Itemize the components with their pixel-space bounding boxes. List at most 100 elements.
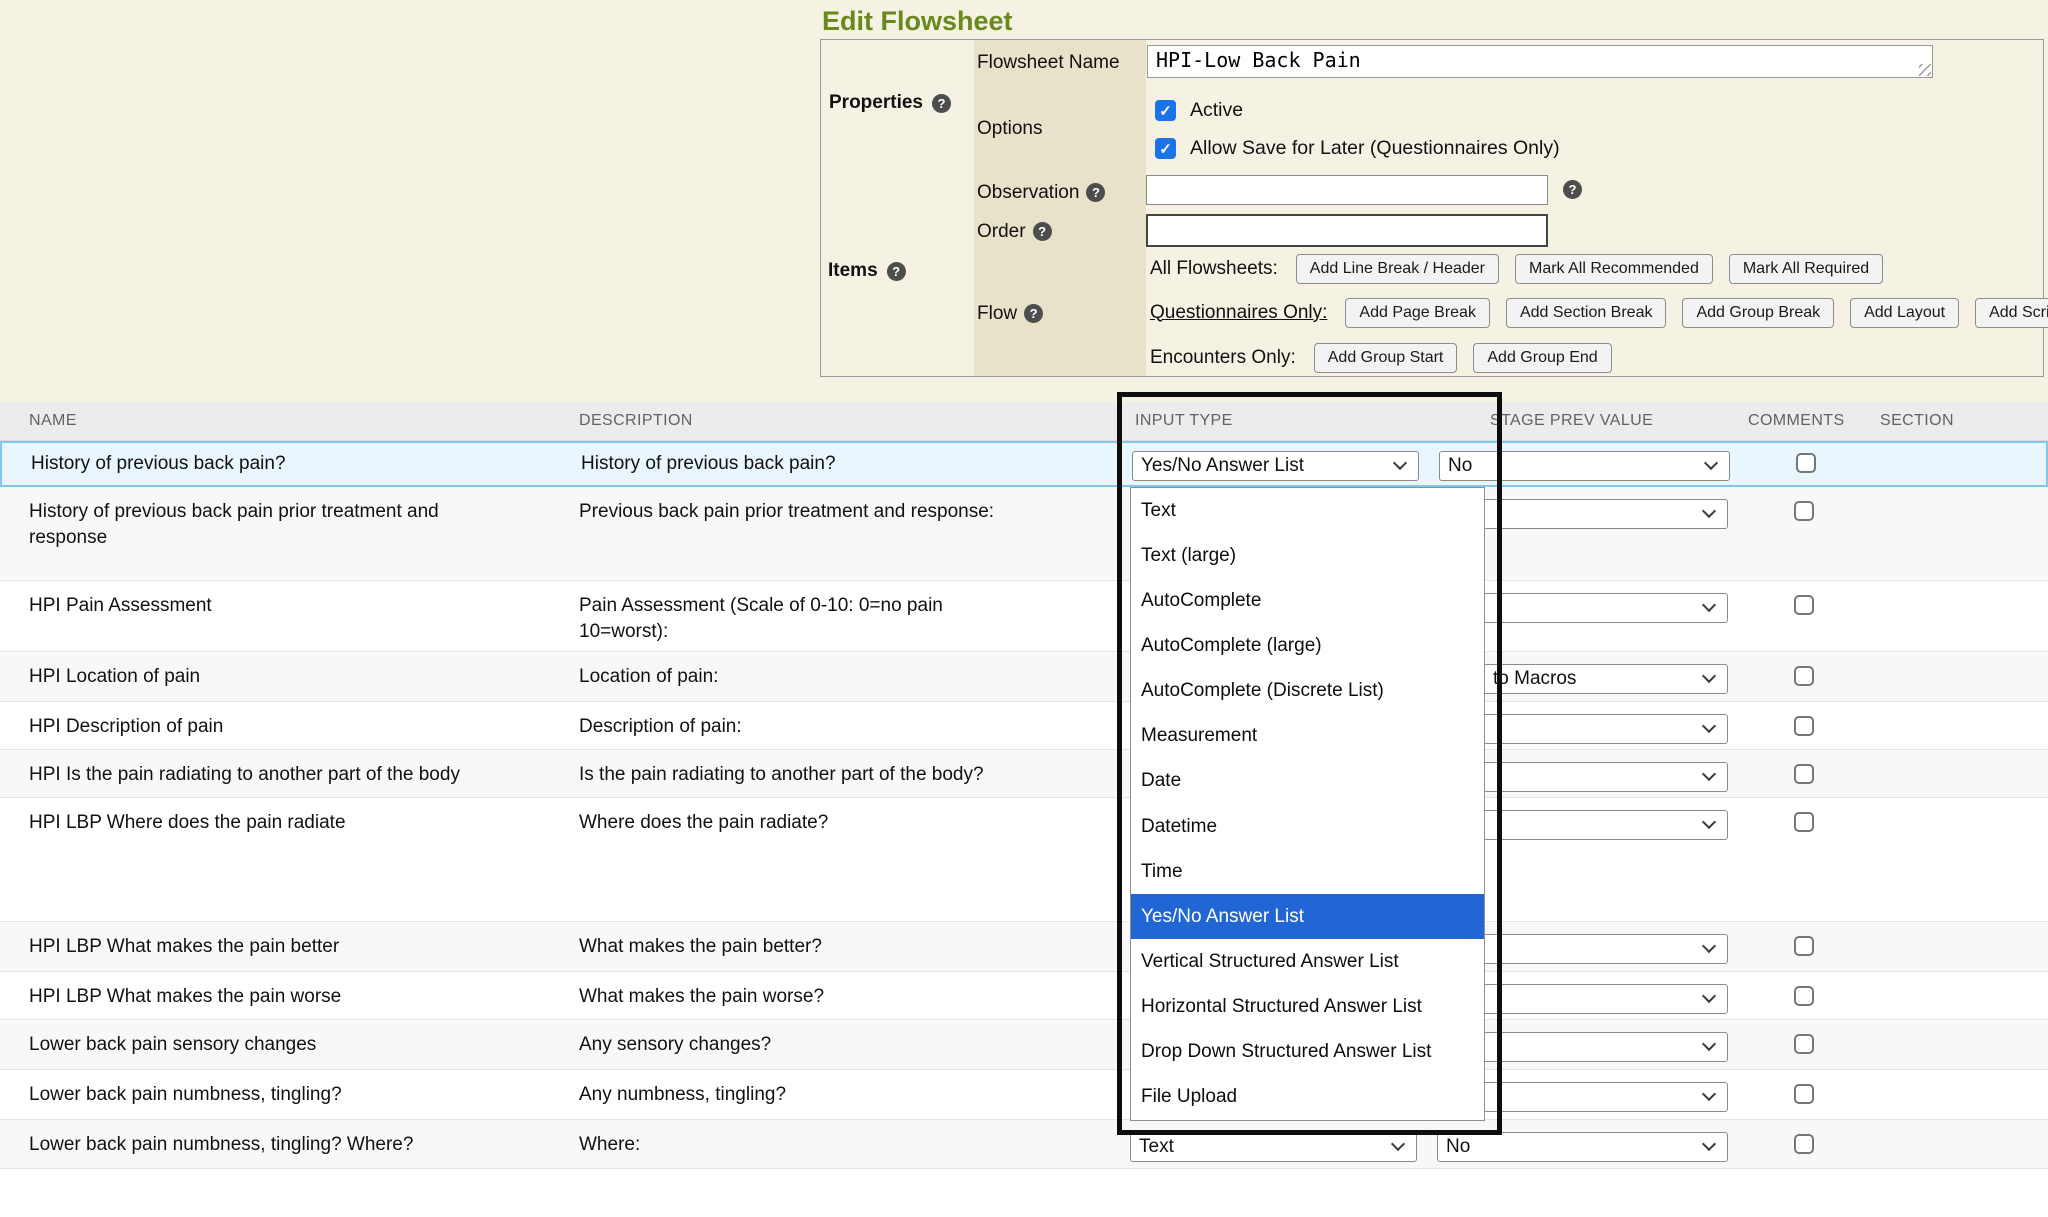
dropdown-option[interactable]: Yes/No Answer List (1131, 894, 1484, 939)
row-description: Pain Assessment (Scale of 0-10: 0=no pai… (579, 593, 1130, 645)
flow-action-button[interactable]: Mark All Required (1729, 254, 1883, 284)
allow-save-for-later-checkbox[interactable] (1155, 138, 1176, 159)
row-name: History of previous back pain prior trea… (0, 499, 579, 551)
help-icon[interactable]: ? (932, 94, 951, 113)
edit-flowsheet-screen: Edit Flowsheet Properties ? Items ? Flow… (0, 0, 2048, 1217)
dropdown-option[interactable]: Text (large) (1131, 533, 1484, 578)
comments-checkbox[interactable] (1794, 1084, 1814, 1104)
table-row[interactable]: Lower back pain numbness, tingling? Wher… (0, 1120, 2048, 1169)
flow-action-button[interactable]: Add Layout (1850, 298, 1959, 328)
stage-prev-value-select[interactable]: No (1439, 451, 1730, 481)
row-name: HPI Is the pain radiating to another par… (0, 762, 579, 788)
chevron-down-icon (1704, 456, 1718, 470)
chevron-down-icon (1702, 767, 1716, 781)
table-row[interactable]: HPI LBP What makes the pain better What … (0, 922, 2048, 972)
flow-action-button[interactable]: Add Scriptlet (1975, 298, 2048, 328)
order-input[interactable] (1146, 214, 1548, 247)
dropdown-option[interactable]: AutoComplete (large) (1131, 623, 1484, 668)
comments-checkbox[interactable] (1794, 1134, 1814, 1154)
table-header: NAME DESCRIPTION INPUT TYPE STAGE PREV V… (0, 402, 2048, 441)
row-description: Where does the pain radiate? (579, 810, 1130, 836)
checkbox-label: Allow Save for Later (Questionnaires Onl… (1190, 137, 1560, 160)
comments-checkbox[interactable] (1794, 666, 1814, 686)
items-table: NAME DESCRIPTION INPUT TYPE STAGE PREV V… (0, 402, 2048, 1217)
help-icon[interactable]: ? (1024, 304, 1043, 323)
chevron-down-icon (1702, 989, 1716, 1003)
column-header-stage-prev-value: STAGE PREV VALUE (1437, 412, 1744, 430)
resize-handle-icon[interactable] (1919, 64, 1931, 76)
help-icon[interactable]: ? (1563, 180, 1582, 199)
column-header-description: DESCRIPTION (579, 412, 1130, 430)
observation-label: Observation ? (974, 173, 1146, 212)
flow-action-button[interactable]: Add Group Start (1314, 343, 1458, 373)
flow-action-button[interactable]: Add Section Break (1506, 298, 1667, 328)
row-description: What makes the pain better? (579, 934, 1130, 960)
dropdown-option[interactable]: Text (1131, 488, 1484, 533)
dropdown-option[interactable]: AutoComplete (1131, 578, 1484, 623)
column-header-section: SECTION (1880, 412, 2048, 430)
chevron-down-icon (1702, 669, 1716, 683)
comments-checkbox[interactable] (1794, 595, 1814, 615)
chevron-down-icon (1702, 939, 1716, 953)
dropdown-option[interactable]: Datetime (1131, 804, 1484, 849)
flow-action-button[interactable]: Add Line Break / Header (1296, 254, 1499, 284)
help-icon[interactable]: ? (1086, 183, 1105, 202)
observation-input[interactable] (1146, 175, 1548, 205)
row-name: Lower back pain numbness, tingling? Wher… (0, 1132, 579, 1158)
flow-group-label: All Flowsheets: (1150, 258, 1278, 280)
table-row[interactable]: HPI LBP Where does the pain radiate Wher… (0, 798, 2048, 922)
row-name: Lower back pain sensory changes (0, 1032, 579, 1058)
input-type-select[interactable]: Text (1130, 1132, 1417, 1162)
dropdown-option[interactable]: Drop Down Structured Answer List (1131, 1030, 1484, 1075)
flow-action-button[interactable]: Add Page Break (1345, 298, 1490, 328)
comments-checkbox[interactable] (1794, 501, 1814, 521)
table-row[interactable]: HPI Is the pain radiating to another par… (0, 750, 2048, 798)
flow-action-button[interactable]: Mark All Recommended (1515, 254, 1713, 284)
row-description: Is the pain radiating to another part of… (579, 762, 1130, 788)
order-label: Order ? (974, 212, 1146, 251)
input-type-select[interactable]: Yes/No Answer List (1132, 451, 1419, 481)
table-row[interactable]: HPI Location of pain Location of pain: t… (0, 652, 2048, 702)
page-title: Edit Flowsheet (822, 6, 1013, 37)
row-description: History of previous back pain? (581, 451, 1132, 477)
row-description: Description of pain: (579, 714, 1130, 740)
flow-label: Flow ? (974, 251, 1146, 376)
dropdown-option[interactable]: Measurement (1131, 714, 1484, 759)
active-checkbox[interactable] (1155, 100, 1176, 121)
input-type-dropdown: TextText (large)AutoCompleteAutoComplete… (1130, 487, 1485, 1121)
dropdown-option[interactable]: Vertical Structured Answer List (1131, 939, 1484, 984)
table-row[interactable]: HPI Pain Assessment Pain Assessment (Sca… (0, 581, 2048, 652)
flow-button-group: Add Group Start Add Group End (1314, 343, 1612, 373)
chevron-down-icon (1391, 1137, 1405, 1151)
comments-checkbox[interactable] (1794, 1034, 1814, 1054)
flow-action-button[interactable]: Add Group End (1473, 343, 1611, 373)
comments-checkbox[interactable] (1794, 764, 1814, 784)
comments-checkbox[interactable] (1794, 812, 1814, 832)
table-row[interactable]: HPI LBP What makes the pain worse What m… (0, 972, 2048, 1020)
row-description: Where: (579, 1132, 1130, 1158)
help-icon[interactable]: ? (887, 262, 906, 281)
comments-checkbox[interactable] (1796, 453, 1816, 473)
flow-action-button[interactable]: Add Group Break (1682, 298, 1834, 328)
row-description: Previous back pain prior treatment and r… (579, 499, 1130, 525)
chevron-down-icon (1393, 456, 1407, 470)
dropdown-option[interactable]: File Upload (1131, 1075, 1484, 1120)
help-icon[interactable]: ? (1033, 222, 1052, 241)
dropdown-option[interactable]: AutoComplete (Discrete List) (1131, 669, 1484, 714)
row-name: HPI Location of pain (0, 664, 579, 690)
flow-button-group: Add Line Break / Header Mark All Recommen… (1296, 254, 1883, 284)
comments-checkbox[interactable] (1794, 936, 1814, 956)
dropdown-option[interactable]: Horizontal Structured Answer List (1131, 985, 1484, 1030)
dropdown-option[interactable]: Time (1131, 849, 1484, 894)
table-row[interactable]: Lower back pain sensory changes Any sens… (0, 1020, 2048, 1070)
table-row[interactable]: Lower back pain numbness, tingling? Any … (0, 1070, 2048, 1120)
comments-checkbox[interactable] (1794, 986, 1814, 1006)
flowsheet-name-input[interactable]: HPI-Low Back Pain (1147, 45, 1933, 78)
dropdown-option[interactable]: Date (1131, 759, 1484, 804)
stage-prev-value-select[interactable]: No (1437, 1132, 1728, 1162)
row-name: HPI Pain Assessment (0, 593, 579, 619)
table-row[interactable]: History of previous back pain prior trea… (0, 487, 2048, 581)
table-row[interactable]: History of previous back pain? History o… (0, 441, 2048, 487)
comments-checkbox[interactable] (1794, 716, 1814, 736)
table-row[interactable]: HPI Description of pain Description of p… (0, 702, 2048, 750)
